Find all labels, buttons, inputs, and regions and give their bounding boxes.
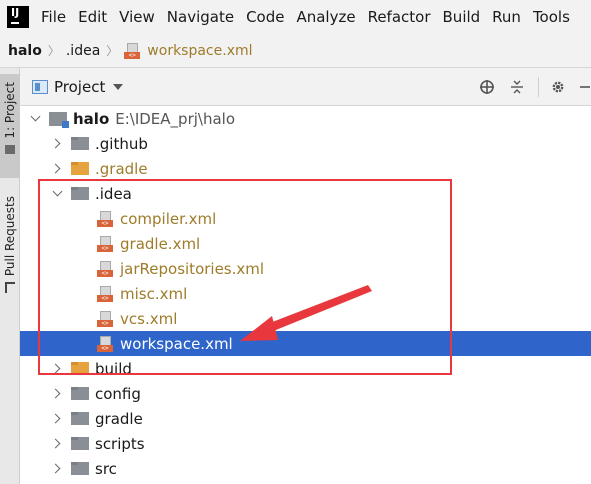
menu-bar: IJ File Edit View Navigate Code Analyze … (0, 0, 591, 34)
xml-file-icon: <> (97, 335, 113, 352)
tool-tab-project[interactable]: 1: Project (0, 74, 20, 178)
xml-file-icon: <> (97, 260, 113, 277)
tree-item-gradle-xml[interactable]: <> gradle.xml (20, 231, 591, 256)
folder-icon (71, 437, 89, 450)
menu-navigate[interactable]: Navigate (167, 8, 234, 26)
xml-file-icon: <> (97, 310, 113, 327)
tree-item-label: compiler.xml (120, 209, 217, 228)
menu-view[interactable]: View (119, 8, 155, 26)
tree-item-gradle-cache[interactable]: .gradle (20, 156, 591, 181)
menu-edit[interactable]: Edit (78, 8, 107, 26)
xml-file-icon: <> (97, 210, 113, 227)
tree-item-label: gradle.xml (120, 234, 201, 253)
chevron-right-icon[interactable] (51, 163, 63, 175)
chevron-right-icon[interactable] (51, 363, 63, 375)
breadcrumb: halo 〉 .idea 〉 <> workspace.xml (0, 34, 591, 68)
logo-text: IJ (11, 6, 20, 19)
collapse-all-icon[interactable] (506, 76, 528, 98)
tree-item-gradle[interactable]: gradle (20, 406, 591, 431)
xml-file-icon: <> (124, 42, 141, 59)
menu-build[interactable]: Build (443, 8, 481, 26)
tool-tab-project-label: 1: Project (3, 82, 17, 139)
tree-item-vcs-xml[interactable]: <> vcs.xml (20, 306, 591, 331)
breadcrumb-folder[interactable]: .idea (66, 43, 100, 59)
module-folder-icon (49, 111, 69, 128)
breadcrumb-separator-icon: 〉 (106, 44, 119, 58)
tree-root[interactable]: halo E:\IDEA_prj\halo (20, 106, 591, 131)
tree-item-github[interactable]: .github (20, 131, 591, 156)
chevron-down-icon[interactable] (51, 188, 63, 200)
tree-item-src[interactable]: src (20, 456, 591, 481)
tree-item-misc-xml[interactable]: <> misc.xml (20, 281, 591, 306)
folder-icon (5, 144, 15, 154)
tree-item-label: jarRepositories.xml (120, 259, 265, 278)
tree-item-label: misc.xml (120, 284, 188, 303)
project-panel-header: Project (20, 68, 591, 106)
breadcrumb-file[interactable]: workspace.xml (147, 43, 252, 59)
tree-item-label: gradle (95, 409, 143, 428)
chevron-down-icon[interactable] (113, 83, 124, 90)
tree-item-label: .github (95, 134, 148, 153)
chevron-right-icon[interactable] (51, 413, 63, 425)
folder-icon (71, 462, 89, 475)
folder-icon (71, 187, 89, 200)
project-panel: Project halo E:\IDEA_prj\halo .github .g… (20, 68, 591, 484)
menu-run[interactable]: Run (492, 8, 521, 26)
tree-root-path: E:\IDEA_prj\halo (115, 109, 236, 128)
tree-item-label: .idea (95, 184, 132, 203)
menu-tools[interactable]: Tools (533, 8, 570, 26)
intellij-logo-icon[interactable]: IJ (7, 6, 29, 28)
toolbar-divider (538, 77, 539, 97)
tree-item-build[interactable]: build (20, 356, 591, 381)
left-tool-strip: 1: Project Pull Requests (0, 68, 20, 484)
minimize-icon[interactable] (577, 76, 591, 98)
tree-item-config[interactable]: config (20, 381, 591, 406)
gear-icon[interactable] (547, 76, 569, 98)
tree-item-label: scripts (95, 434, 145, 453)
tree-item-scripts[interactable]: scripts (20, 431, 591, 456)
xml-file-icon: <> (97, 285, 113, 302)
excluded-folder-icon (71, 162, 89, 175)
folder-icon (71, 387, 89, 400)
tree-item-jarrepositories-xml[interactable]: <> jarRepositories.xml (20, 256, 591, 281)
chevron-right-icon[interactable] (51, 138, 63, 150)
tree-item-compiler-xml[interactable]: <> compiler.xml (20, 206, 591, 231)
tree-item-label: workspace.xml (120, 334, 233, 353)
tree-item-label: .gradle (95, 159, 148, 178)
excluded-folder-icon (71, 362, 89, 375)
pull-request-icon (5, 282, 15, 294)
panel-title[interactable]: Project (54, 78, 105, 96)
folder-icon (71, 137, 89, 150)
tree-item-workspace-xml[interactable]: <> workspace.xml (20, 331, 591, 356)
menu-file[interactable]: File (41, 8, 66, 26)
menu-analyze[interactable]: Analyze (296, 8, 355, 26)
breadcrumb-root[interactable]: halo (8, 43, 42, 59)
tree-item-label: vcs.xml (120, 309, 178, 328)
tree-item-label: src (95, 459, 117, 478)
chevron-right-icon[interactable] (51, 438, 63, 450)
locate-target-icon[interactable] (476, 76, 498, 98)
folder-icon (71, 412, 89, 425)
chevron-down-icon[interactable] (29, 113, 41, 125)
project-view-icon (32, 79, 48, 94)
panel-toolbar (468, 68, 591, 106)
tool-tab-pull-requests-label: Pull Requests (3, 196, 17, 277)
tree-item-idea[interactable]: .idea (20, 181, 591, 206)
menu-refactor[interactable]: Refactor (368, 8, 431, 26)
tree-root-name: halo (73, 109, 110, 128)
menu-code[interactable]: Code (246, 8, 284, 26)
chevron-right-icon[interactable] (51, 463, 63, 475)
tree-item-label: build (95, 359, 132, 378)
tool-tab-pull-requests[interactable]: Pull Requests (0, 190, 20, 306)
xml-file-icon: <> (97, 235, 113, 252)
tree-item-label: config (95, 384, 141, 403)
chevron-right-icon[interactable] (51, 388, 63, 400)
breadcrumb-separator-icon: 〉 (47, 44, 60, 58)
